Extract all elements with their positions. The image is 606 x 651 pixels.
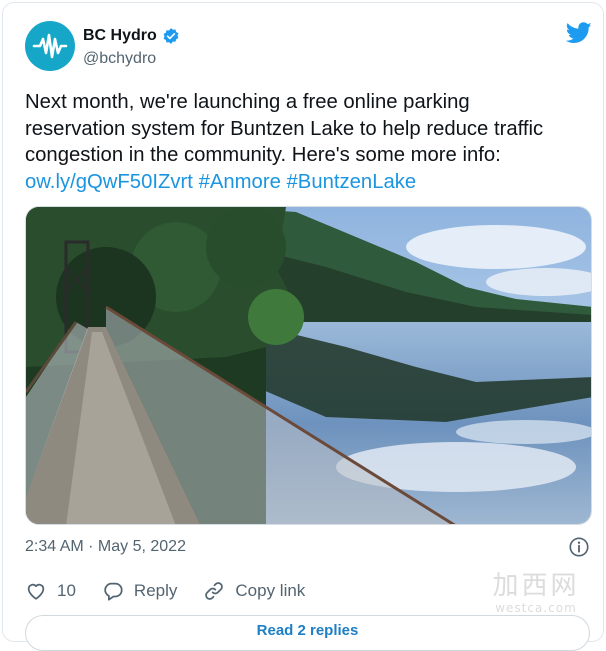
tweet-text: Next month, we're launching a free onlin… (25, 89, 595, 195)
copy-link-button[interactable]: Copy link (203, 580, 305, 602)
site-watermark: 加西网 westca.com (481, 571, 591, 615)
bc-hydro-logo-icon (31, 27, 69, 65)
info-icon[interactable] (568, 536, 590, 558)
reply-bubble-icon (104, 582, 123, 601)
tweet-text-line: Next month, we're launching a free onlin… (25, 91, 470, 113)
hashtag-buntzenlake-link[interactable]: #BuntzenLake (287, 171, 417, 193)
reply-button[interactable]: Reply (102, 580, 177, 602)
author-handle[interactable]: @bchydro (83, 50, 156, 68)
tweet-actions: 10 Reply Copy link (25, 580, 305, 602)
tweet-timestamp[interactable]: 2:34 AM · May 5, 2022 (25, 538, 186, 556)
tweet-photo[interactable] (25, 206, 592, 525)
hashtag-anmore-link[interactable]: #Anmore (199, 171, 281, 193)
like-button[interactable]: 10 (25, 580, 76, 602)
heart-icon (27, 583, 45, 600)
author-name-row[interactable]: BC Hydro (83, 27, 180, 45)
tweet-card: BC Hydro @bchydro Next month, we're laun… (2, 2, 604, 651)
tweet-text-line: reservation system for Buntzen Lake to h… (25, 117, 544, 140)
tweet-url-link[interactable]: ow.ly/gQwF50IZvrt (25, 171, 193, 193)
tweet-links-line: ow.ly/gQwF50IZvrt #Anmore #BuntzenLake (25, 169, 595, 196)
buntzen-lake-bridge-image (26, 207, 591, 524)
like-count: 10 (57, 581, 76, 600)
twitter-bird-icon[interactable] (566, 22, 592, 44)
copy-link-label: Copy link (235, 581, 306, 600)
reply-label: Reply (133, 581, 178, 600)
verified-badge-icon (163, 28, 179, 44)
author-display-name[interactable]: BC Hydro (83, 27, 157, 45)
read-replies-button[interactable]: Read 2 replies (25, 615, 590, 651)
watermark-text: 加西网 (492, 571, 580, 601)
watermark-domain: westca.com (495, 601, 577, 615)
bc-hydro-avatar[interactable] (25, 21, 75, 71)
tweet-text-line: congestion in the community. Here's some… (25, 144, 501, 166)
link-icon (205, 582, 224, 600)
